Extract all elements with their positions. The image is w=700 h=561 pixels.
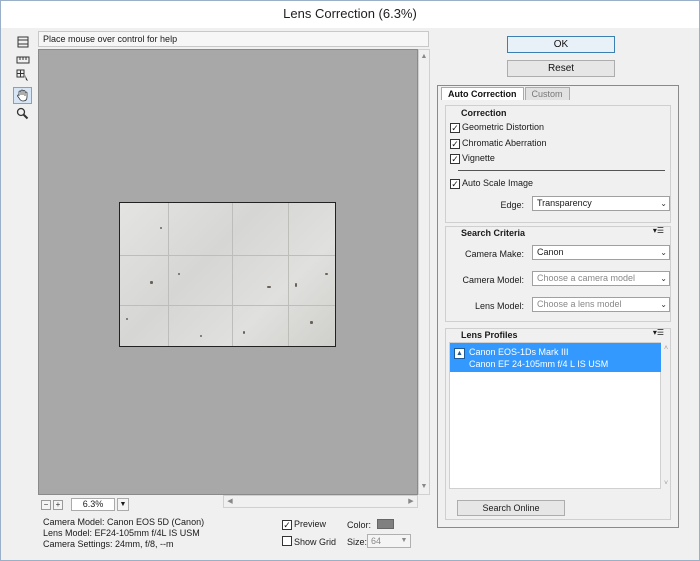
reset-button[interactable]: Reset xyxy=(507,60,615,77)
camera-make-select[interactable]: Canon ⌄ xyxy=(532,245,670,260)
camera-model-info: Camera Model: Canon EOS 5D (Canon) xyxy=(43,517,205,527)
panel-tabs: Auto Correction Custom xyxy=(441,87,570,100)
chevron-down-icon: ▼ xyxy=(400,537,408,544)
checkmark-icon: ✓ xyxy=(450,179,460,189)
geometric-distortion-checkbox[interactable]: ✓ Geometric Distortion xyxy=(450,122,544,133)
preview-checkbox[interactable]: ✓ Preview xyxy=(282,519,326,530)
window-title: Lens Correction (6.3%) xyxy=(1,1,699,28)
chevron-down-icon: ⌄ xyxy=(660,199,667,208)
hand-tool-icon[interactable] xyxy=(13,87,32,104)
help-hint-bar: Place mouse over control for help xyxy=(38,31,429,47)
lens-model-select[interactable]: Choose a lens model ⌄ xyxy=(532,297,670,312)
scroll-down-icon[interactable]: ▼ xyxy=(419,481,429,493)
vignette-checkbox[interactable]: ✓ Vignette xyxy=(450,153,495,164)
scroll-left-icon[interactable]: ◀ xyxy=(224,496,236,507)
checkmark-icon: ✓ xyxy=(450,139,460,149)
lens-correction-dialog: Lens Correction (6.3%) Place mouse over … xyxy=(0,0,700,561)
color-label: Color: xyxy=(347,520,372,530)
zoom-tool-icon[interactable] xyxy=(13,105,32,122)
tab-custom[interactable]: Custom xyxy=(524,87,570,100)
move-grid-tool-icon[interactable] xyxy=(13,67,32,84)
size-label: Size: xyxy=(347,537,368,547)
camera-settings-info: Camera Settings: 24mm, f/8, --m xyxy=(43,539,174,549)
search-online-button[interactable]: Search Online xyxy=(457,500,565,516)
grid-color-swatch[interactable] xyxy=(377,519,394,529)
straighten-tool-icon[interactable] xyxy=(13,51,32,68)
zoom-dropdown-icon[interactable]: ▼ xyxy=(117,498,129,511)
camera-model-select[interactable]: Choose a camera model ⌄ xyxy=(532,271,670,286)
chevron-down-icon: ⌄ xyxy=(660,248,667,257)
correction-heading: Correction xyxy=(461,108,507,118)
lens-profiles-list[interactable]: ▲ Canon EOS-1Ds Mark III Canon EF 24-105… xyxy=(449,342,661,489)
camera-model-label: Camera Model: xyxy=(462,275,524,285)
preview-vertical-scrollbar[interactable]: ▲ ▼ xyxy=(418,49,430,495)
edge-label: Edge: xyxy=(500,200,524,210)
zoom-out-button[interactable]: − xyxy=(41,499,51,510)
preview-image xyxy=(119,202,336,347)
divider xyxy=(458,170,665,171)
zoom-in-button[interactable]: + xyxy=(53,499,63,510)
chromatic-aberration-checkbox[interactable]: ✓ Chromatic Aberration xyxy=(450,138,547,149)
grid-size-select[interactable]: 64 ▼ xyxy=(367,534,411,548)
camera-info: Camera Model: Canon EOS 5D (Canon) Lens … xyxy=(43,517,204,550)
scroll-right-icon[interactable]: ▶ xyxy=(405,496,417,507)
tab-auto-correction[interactable]: Auto Correction xyxy=(441,87,524,100)
chevron-down-icon: ⌄ xyxy=(660,274,667,283)
auto-scale-checkbox[interactable]: ✓ Auto Scale Image xyxy=(450,178,533,189)
ok-button[interactable]: OK xyxy=(507,36,615,53)
checkmark-icon: ✓ xyxy=(450,154,460,164)
lens-model-label: Lens Model: xyxy=(474,301,524,311)
scroll-up-icon[interactable]: ˄ xyxy=(661,345,671,352)
lens-model-info: Lens Model: EF24-105mm f/4L IS USM xyxy=(43,528,200,538)
list-item[interactable]: ▲ Canon EOS-1Ds Mark III Canon EF 24-105… xyxy=(450,343,661,372)
zoom-level-field[interactable]: 6.3% xyxy=(71,498,115,511)
show-grid-checkbox[interactable]: Show Grid xyxy=(282,536,336,547)
scroll-down-icon[interactable]: ˅ xyxy=(661,480,671,487)
checkmark-icon: ✓ xyxy=(450,123,460,133)
remove-distortion-tool-icon[interactable] xyxy=(13,33,32,50)
profiles-scrollbar[interactable]: ˄ ˅ xyxy=(661,342,671,489)
group-menu-icon[interactable]: ▾☰ xyxy=(653,226,664,235)
preview-horizontal-scrollbar[interactable]: ◀ ▶ xyxy=(223,495,418,508)
group-menu-icon[interactable]: ▾☰ xyxy=(653,328,664,337)
chevron-down-icon: ⌄ xyxy=(660,300,667,309)
zoom-controls: − + 6.3% ▼ xyxy=(41,498,129,511)
preview-checkmark-icon: ✓ xyxy=(282,520,292,530)
lens-profiles-heading: Lens Profiles xyxy=(461,330,518,340)
camera-make-label: Camera Make: xyxy=(464,249,524,259)
scroll-up-icon[interactable]: ▲ xyxy=(419,51,429,63)
edge-select[interactable]: Transparency ⌄ xyxy=(532,196,670,211)
camera-profile-icon: ▲ xyxy=(454,348,465,359)
search-criteria-heading: Search Criteria xyxy=(461,228,526,238)
